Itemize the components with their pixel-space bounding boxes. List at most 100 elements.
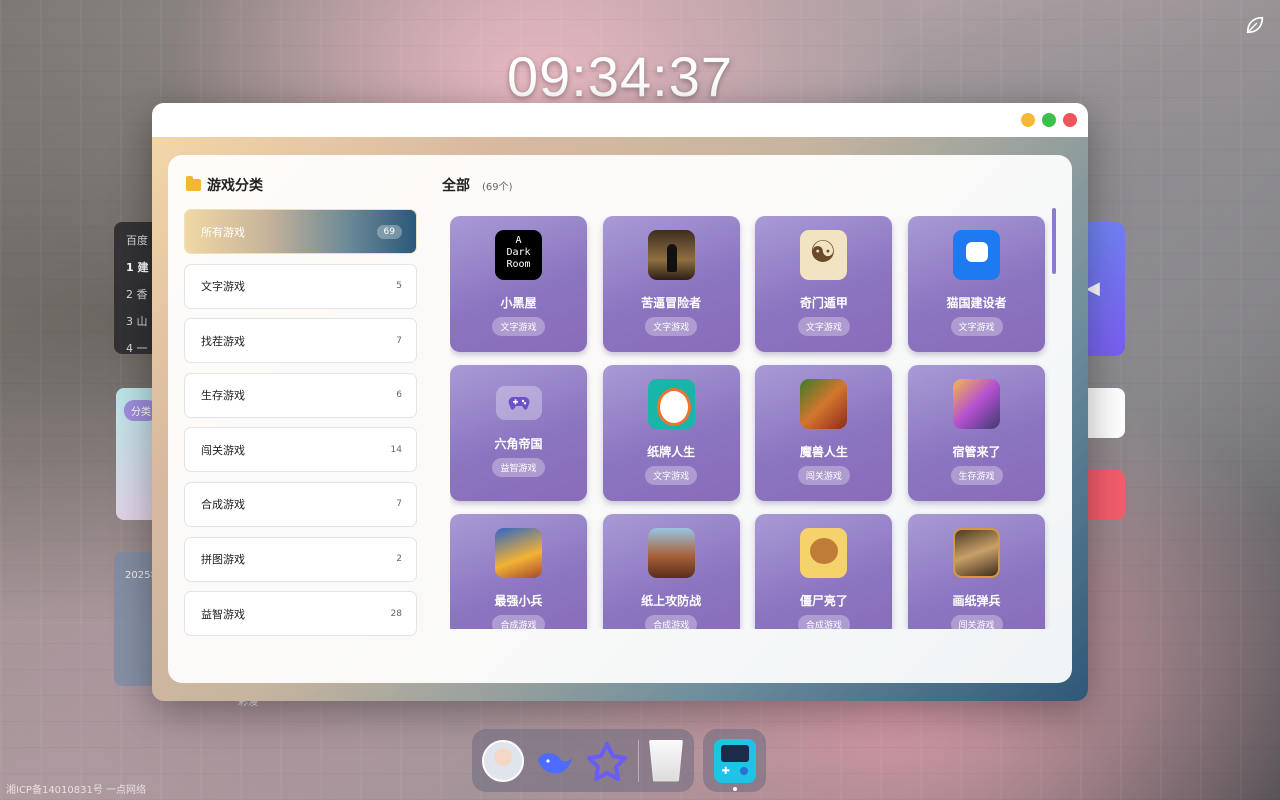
- grid-scrollbar[interactable]: [1052, 208, 1056, 274]
- game-name: 纸上攻防战: [641, 594, 702, 608]
- close-button[interactable]: [1063, 113, 1077, 127]
- category-count: 69: [376, 224, 402, 239]
- main-header: 全部 (69个): [442, 175, 513, 195]
- minimize-button[interactable]: [1021, 113, 1035, 127]
- game-name: 六角帝国: [494, 437, 543, 451]
- game-name: 苦逼冒险者: [641, 296, 702, 310]
- game-tag: 文字游戏: [797, 317, 850, 336]
- game-tag: 合成游戏: [492, 615, 545, 629]
- game-tag: 益智游戏: [492, 458, 545, 477]
- deepseek-whale-icon[interactable]: [534, 740, 576, 782]
- game-card[interactable]: 最强小兵 合成游戏: [450, 514, 587, 629]
- game-name: 僵尸亮了: [799, 594, 848, 608]
- game-tag: 闯关游戏: [797, 466, 850, 485]
- dorm-icon: [953, 379, 1001, 429]
- category-label: 生存游戏: [201, 389, 245, 403]
- game-tag: 文字游戏: [645, 317, 698, 336]
- category-all[interactable]: 所有游戏 69: [184, 209, 417, 254]
- game-console-icon[interactable]: ✚: [713, 738, 756, 783]
- game-card[interactable]: 纸上攻防战 合成游戏: [602, 514, 740, 629]
- game-tag: 文字游戏: [645, 466, 698, 485]
- category-label: 闯关游戏: [201, 443, 245, 457]
- dpad-icon: ✚: [721, 765, 730, 777]
- category-label: 所有游戏: [201, 225, 245, 239]
- avatar-app-icon[interactable]: [482, 739, 524, 782]
- game-tag: 合成游戏: [645, 615, 698, 629]
- game-name: 魔兽人生: [799, 445, 848, 459]
- main-title: 全部: [442, 178, 470, 194]
- category-level[interactable]: 闯关游戏 14: [184, 427, 417, 473]
- game-tag: 文字游戏: [492, 317, 545, 336]
- game-tag: 文字游戏: [950, 317, 1003, 336]
- sidebar-header: 游戏分类: [186, 175, 263, 195]
- game-tag: 闯关游戏: [950, 615, 1003, 629]
- running-indicator: [733, 787, 737, 791]
- beian-text[interactable]: 湘ICP备14010831号 一点网络: [6, 781, 146, 796]
- desktop-clock: 09:34:37: [507, 45, 733, 108]
- category-label: 找茬游戏: [201, 334, 245, 348]
- category-spot-diff[interactable]: 找茬游戏 7: [184, 318, 417, 364]
- leaf-icon[interactable]: [1244, 14, 1266, 36]
- white-widget[interactable]: [1086, 388, 1125, 438]
- dark-room-icon: A Dark Room: [495, 230, 542, 280]
- game-card[interactable]: 纸牌人生 文字游戏: [602, 365, 740, 501]
- cards-icon: [647, 379, 695, 429]
- arrow-left-icon: ◀: [1086, 278, 1100, 299]
- category-count: 7: [396, 335, 402, 346]
- game-grid-area[interactable]: A Dark Room 小黑屋 文字游戏 苦逼冒险者 文字游戏 奇门遁甲 文字游…: [450, 216, 1050, 629]
- game-card[interactable]: 六角帝国 益智游戏: [450, 365, 587, 501]
- game-card[interactable]: 猫国建设者 文字游戏: [908, 216, 1046, 352]
- dock-divider: [638, 739, 639, 782]
- category-label: 益智游戏: [201, 607, 245, 621]
- game-card[interactable]: 奇门遁甲 文字游戏: [755, 216, 893, 352]
- game-name: 纸牌人生: [647, 445, 696, 459]
- category-brain[interactable]: 益智游戏 28: [184, 591, 417, 637]
- category-label: 拼图游戏: [201, 553, 245, 567]
- game-tag: 合成游戏: [797, 615, 850, 629]
- game-card[interactable]: 僵尸亮了 合成游戏: [755, 514, 893, 629]
- category-count: 2: [396, 554, 402, 565]
- game-name: 画纸弹兵: [952, 594, 1001, 608]
- category-puzzle[interactable]: 拼图游戏 2: [184, 536, 417, 582]
- category-list: 所有游戏 69 文字游戏 5 找茬游戏 7 生存游戏 6 闯关游戏 14 合成游…: [184, 209, 417, 646]
- game-name: 小黑屋: [500, 296, 537, 310]
- main-count: (69个): [482, 182, 513, 193]
- category-text[interactable]: 文字游戏 5: [184, 263, 417, 309]
- game-card[interactable]: 魔兽人生 闯关游戏: [755, 365, 893, 501]
- bagua-icon: [800, 230, 848, 280]
- game-name: 奇门遁甲: [799, 296, 848, 310]
- console-button: [739, 766, 748, 775]
- bear-icon: [800, 528, 848, 578]
- maximize-button[interactable]: [1042, 113, 1056, 127]
- back-widget[interactable]: ◀: [1082, 222, 1125, 356]
- category-count: 14: [390, 444, 402, 455]
- game-tag: 生存游戏: [950, 466, 1003, 485]
- game-card[interactable]: A Dark Room 小黑屋 文字游戏: [450, 216, 587, 352]
- siege-icon: [647, 528, 695, 578]
- cat-icon: [953, 230, 1001, 280]
- game-name: 猫国建设者: [946, 296, 1007, 310]
- console-screen: [720, 744, 749, 762]
- game-grid: A Dark Room 小黑屋 文字游戏 苦逼冒险者 文字游戏 奇门遁甲 文字游…: [450, 216, 1050, 629]
- dock-active-app: ✚: [703, 729, 766, 792]
- content-panel: 游戏分类 所有游戏 69 文字游戏 5 找茬游戏 7 生存游戏 6 闯关游戏 1…: [168, 155, 1072, 683]
- category-merge[interactable]: 合成游戏 7: [184, 481, 417, 527]
- game-card[interactable]: 苦逼冒险者 文字游戏: [602, 216, 740, 352]
- category-label: 文字游戏: [201, 280, 245, 294]
- game-window: 游戏分类 所有游戏 69 文字游戏 5 找茬游戏 7 生存游戏 6 闯关游戏 1…: [152, 103, 1088, 701]
- category-count: 6: [396, 390, 402, 401]
- red-widget[interactable]: [1086, 470, 1125, 520]
- ai-star-icon[interactable]: [586, 740, 628, 782]
- adventurer-icon: [647, 230, 695, 280]
- game-name: 最强小兵: [494, 594, 543, 608]
- category-count: 7: [396, 499, 402, 510]
- knight-icon: [953, 528, 1001, 578]
- gamepad-icon: [495, 386, 542, 420]
- soldier-icon: [495, 528, 542, 578]
- game-card[interactable]: 宿管来了 生存游戏: [908, 365, 1046, 501]
- category-survival[interactable]: 生存游戏 6: [184, 372, 417, 418]
- folder-icon: [186, 176, 201, 191]
- window-titlebar[interactable]: [152, 103, 1088, 137]
- game-card[interactable]: 画纸弹兵 闯关游戏: [908, 514, 1046, 629]
- trash-icon[interactable]: [649, 739, 683, 782]
